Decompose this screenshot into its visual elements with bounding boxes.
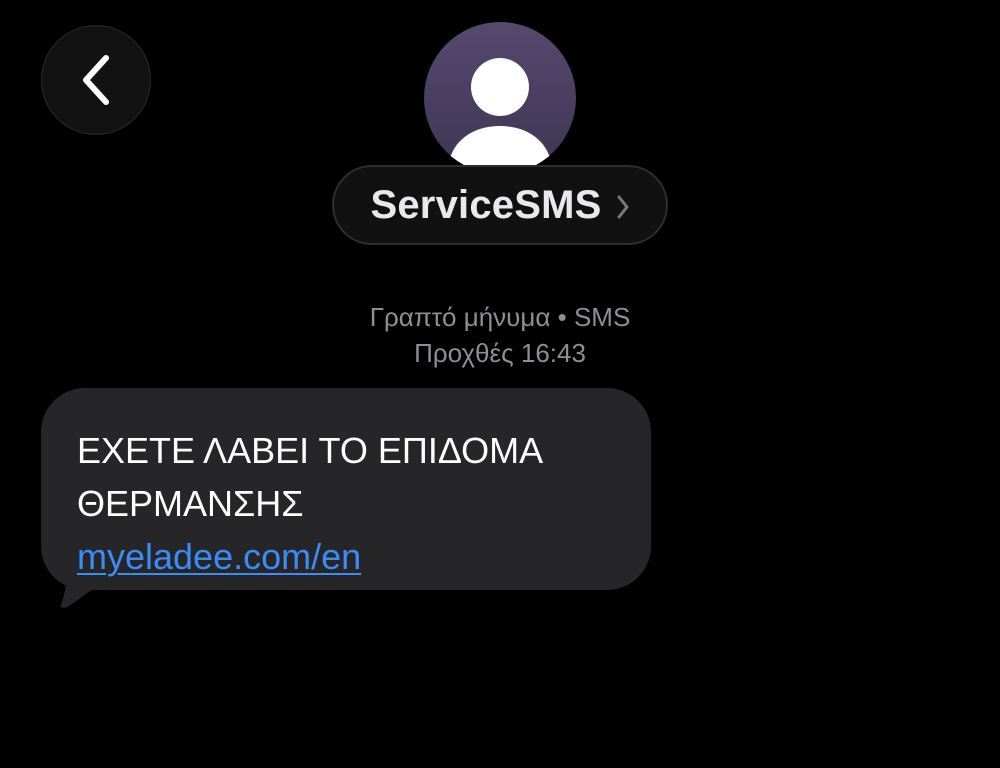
incoming-message[interactable]: ΕΧΕΤΕ ΛΑΒΕΙ ΤΟ ΕΠΙΔΟΜΑ ΘΕΡΜΑΝΣΗΣ myelade…	[41, 388, 651, 608]
message-text-line: ΕΧΕΤΕ ΛΑΒΕΙ ΤΟ ΕΠΙΔΟΜΑ	[77, 430, 544, 471]
messages-screen: ServiceSMS Γραπτό μήνυμα • SMS Προχθές 1…	[0, 0, 1000, 768]
message-text-line: ΘΕΡΜΑΝΣΗΣ	[77, 483, 304, 524]
message-link[interactable]: myeladee.com/en	[77, 530, 361, 583]
message-bubble: ΕΧΕΤΕ ΛΑΒΕΙ ΤΟ ΕΠΙΔΟΜΑ ΘΕΡΜΑΝΣΗΣ myelade…	[41, 388, 651, 590]
person-silhouette-icon	[424, 22, 576, 174]
contact-details-button[interactable]: ServiceSMS	[332, 165, 668, 245]
chevron-right-icon	[616, 190, 630, 220]
contact-name: ServiceSMS	[370, 182, 602, 227]
message-type-label: Γραπτό μήνυμα • SMS	[369, 302, 631, 332]
back-button[interactable]	[41, 25, 151, 135]
message-timestamp: Προχθές 16:43	[414, 338, 586, 368]
chevron-left-icon	[76, 52, 116, 108]
contact-avatar[interactable]	[424, 22, 576, 174]
